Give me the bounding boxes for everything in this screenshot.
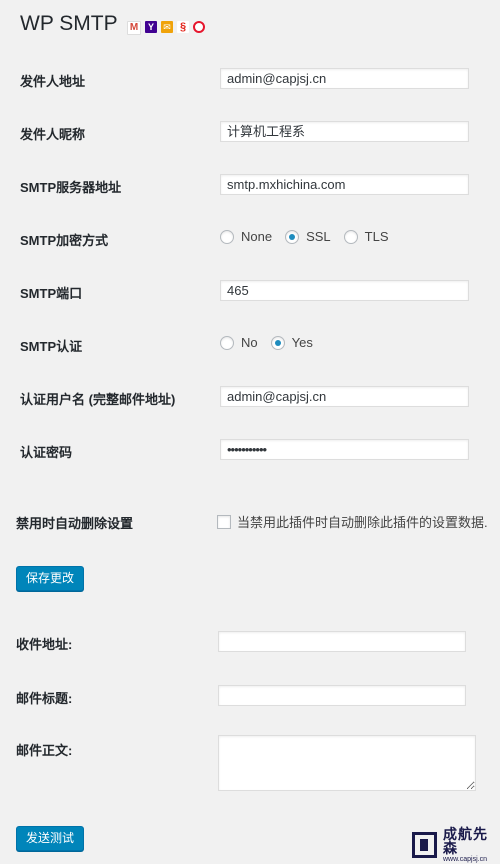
test-body-textarea[interactable] bbox=[218, 735, 476, 791]
sina-icon bbox=[193, 21, 205, 33]
from-name-label: 发件人昵称 bbox=[20, 127, 86, 142]
delete-settings-label: 禁用时自动删除设置 bbox=[16, 516, 134, 531]
test-to-input[interactable] bbox=[218, 631, 466, 652]
smtp-host-input[interactable]: smtp.mxhichina.com bbox=[220, 174, 469, 195]
username-input[interactable]: admin@capjsj.cn bbox=[220, 386, 469, 407]
provider-icons: M Y ✉ § bbox=[127, 21, 205, 35]
watermark-url: www.capjsj.cn bbox=[443, 856, 487, 864]
smtp-secure-label: SMTP加密方式 bbox=[20, 233, 109, 248]
from-name-input[interactable]: 计算机工程系 bbox=[220, 121, 469, 142]
auth-option-yes[interactable]: Yes bbox=[270, 335, 313, 350]
password-input[interactable]: ••••••••••• bbox=[220, 439, 469, 460]
smtp-port-input[interactable]: 465 bbox=[220, 280, 469, 301]
smtp-port-label: SMTP端口 bbox=[20, 286, 83, 301]
username-label: 认证用户名 (完整邮件地址) bbox=[20, 392, 176, 407]
yahoo-icon: Y bbox=[145, 21, 157, 33]
gmail-icon: M bbox=[127, 21, 141, 35]
radio-yes[interactable] bbox=[270, 335, 285, 350]
delete-settings-option[interactable]: 当禁用此插件时自动删除此插件的设置数据. bbox=[217, 512, 488, 531]
radio-ssl[interactable] bbox=[285, 229, 300, 244]
watermark-name: 成航先森 bbox=[443, 825, 488, 857]
smtp-host-label: SMTP服务器地址 bbox=[20, 180, 122, 195]
test-to-label: 收件地址: bbox=[16, 637, 73, 652]
netease-icon: § bbox=[177, 21, 189, 33]
radio-tls[interactable] bbox=[343, 229, 358, 244]
radio-none[interactable] bbox=[220, 229, 234, 244]
smtp-auth-label: SMTP认证 bbox=[20, 339, 83, 354]
secure-option-ssl[interactable]: SSL bbox=[285, 229, 331, 244]
send-test-button[interactable]: 发送测试 bbox=[16, 826, 84, 851]
smtp-secure-options: None SSL TLS bbox=[220, 229, 402, 244]
save-button[interactable]: 保存更改 bbox=[16, 566, 84, 591]
test-body-label: 邮件正文: bbox=[16, 743, 73, 758]
delete-settings-text: 当禁用此插件时自动删除此插件的设置数据. bbox=[237, 515, 488, 530]
test-subject-label: 邮件标题: bbox=[16, 691, 73, 706]
test-subject-input[interactable] bbox=[218, 685, 466, 706]
radio-no[interactable] bbox=[220, 335, 234, 350]
secure-option-none[interactable]: None bbox=[220, 229, 272, 244]
from-address-label: 发件人地址 bbox=[20, 74, 86, 89]
from-address-input[interactable]: admin@capjsj.cn bbox=[220, 68, 469, 89]
secure-option-tls[interactable]: TLS bbox=[343, 229, 389, 244]
password-label: 认证密码 bbox=[20, 445, 73, 460]
page-title: WP SMTP bbox=[20, 12, 118, 35]
watermark-logo-icon bbox=[412, 832, 437, 858]
smtp-auth-options: No Yes bbox=[220, 335, 326, 350]
mail-icon: ✉ bbox=[161, 21, 173, 33]
watermark: 成航先森 www.capjsj.cn bbox=[408, 826, 500, 864]
delete-settings-checkbox[interactable] bbox=[217, 514, 231, 529]
auth-option-no[interactable]: No bbox=[220, 335, 258, 350]
